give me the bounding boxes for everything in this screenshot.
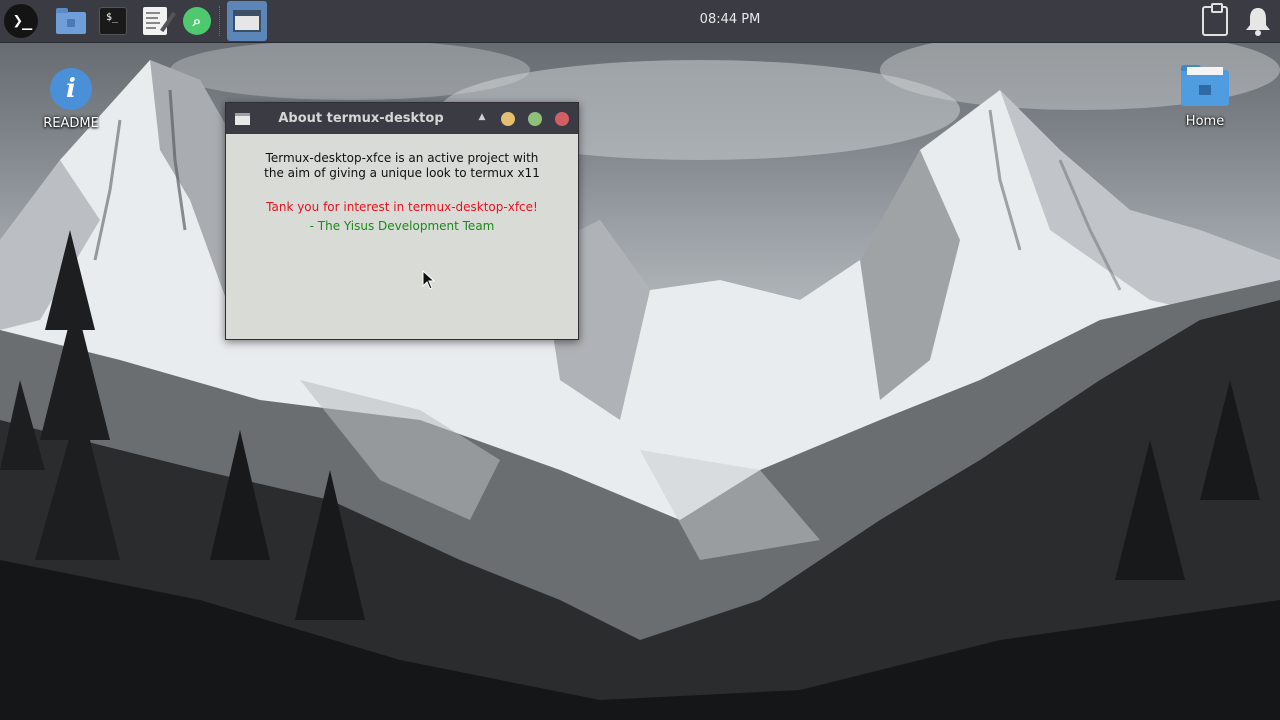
terminal-launcher-button[interactable]: $_ [96,4,130,38]
dialog-body: Termux-desktop-xfce is an active project… [226,134,578,339]
text-editor-launcher-button[interactable] [138,4,176,38]
panel-separator [219,6,220,36]
home-desktop-icon[interactable]: Home [1165,65,1245,129]
thanks-message: Tank you for interest in termux-desktop-… [266,200,538,214]
minimize-button[interactable] [501,112,515,126]
folder-home-icon [56,8,86,34]
readme-label: README [43,116,99,131]
window-icon [233,10,261,32]
team-signature: - The Yisus Development Team [309,219,495,233]
taskbar-window-button[interactable] [227,1,267,41]
close-button[interactable] [555,112,569,126]
home-folder-icon [1181,65,1229,106]
description-line-1: Termux-desktop-xfce is an active project… [265,151,539,165]
dialog-titlebar[interactable]: About termux-desktop ▲ [226,103,578,134]
window-icon[interactable] [235,113,250,125]
dialog-title: About termux-desktop [278,111,444,126]
mountain-landscape-image [0,30,1280,720]
info-icon: i [50,68,92,110]
description-line-2: the aim of giving a unique look to termu… [264,166,540,180]
terminal-prompt-icon[interactable]: ❯_ [4,4,38,38]
files-launcher-button[interactable] [54,4,88,38]
maximize-button[interactable] [528,112,542,126]
clock[interactable]: 08:44 PM [680,12,780,27]
about-dialog-window: About termux-desktop ▲ Termux-desktop-xf… [225,102,579,340]
mouse-cursor-icon [422,269,436,290]
desktop-wallpaper [0,0,1280,720]
app-finder-launcher-button[interactable]: ⌕ [180,4,214,38]
clipboard-icon[interactable] [1202,3,1228,36]
search-icon: ⌕ [183,7,211,35]
text-editor-icon [143,7,176,35]
terminal-icon: $_ [99,7,127,35]
home-label: Home [1185,114,1225,129]
bell-icon[interactable] [1243,5,1273,37]
top-panel: ❯_ $_ ⌕ 08:44 PM [0,0,1280,43]
readme-desktop-icon[interactable]: i README [31,68,111,131]
shade-arrow-icon[interactable]: ▲ [476,111,488,123]
